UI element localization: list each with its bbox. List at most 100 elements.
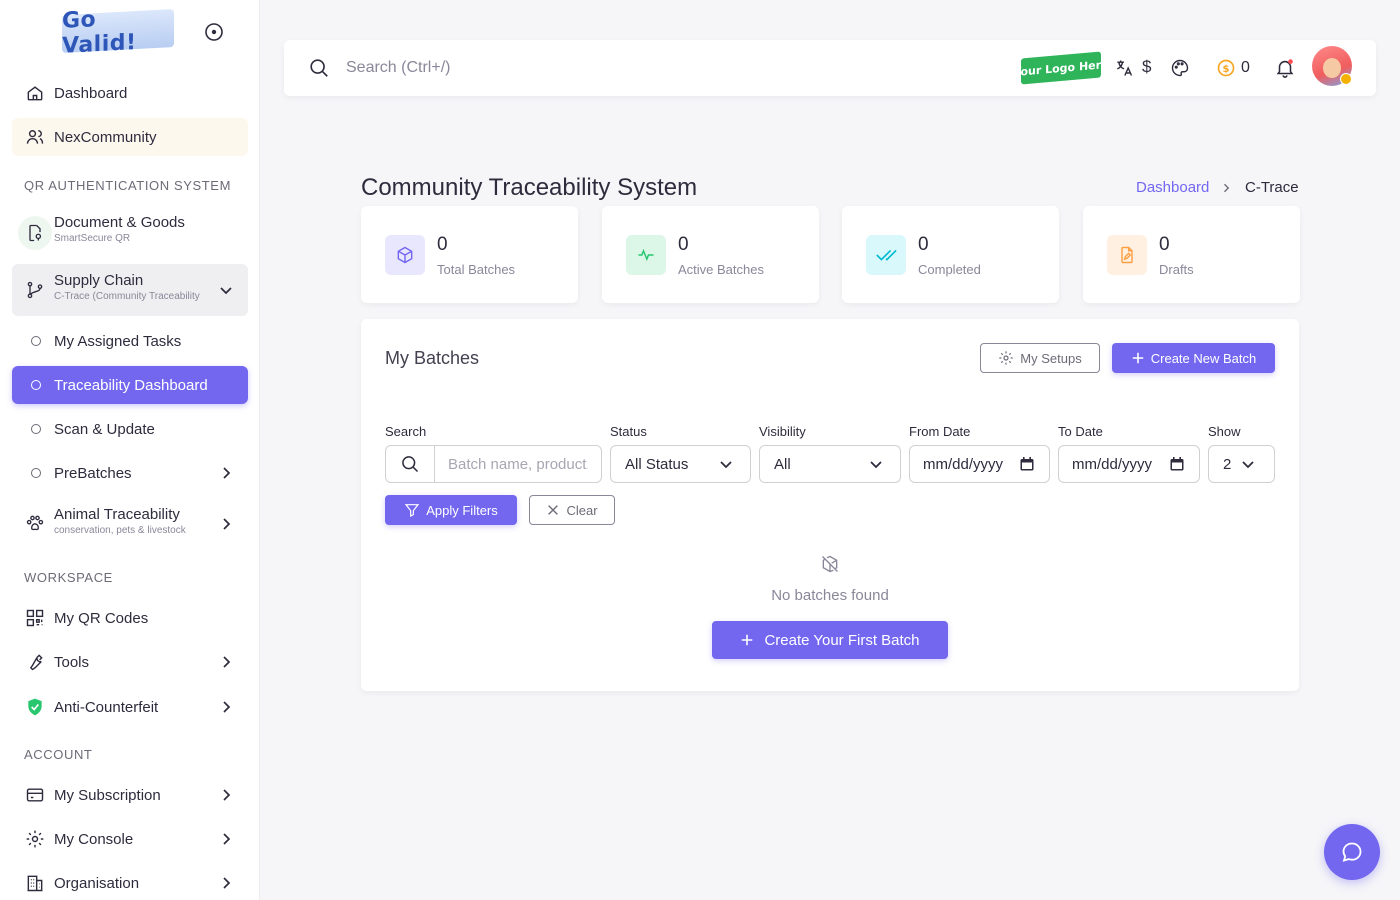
create-first-batch-button[interactable]: Create Your First Batch [712,621,948,659]
from-date-input[interactable]: mm/dd/yyyy [909,445,1050,483]
sidebar-item-label: Tools [54,653,90,671]
clear-filters-button[interactable]: Clear [529,495,615,525]
activity-icon [626,235,666,275]
sidebar-item-label: My Console [54,830,134,848]
currency-switcher[interactable]: $ [1142,57,1151,77]
sidebar-item-tools[interactable]: Tools [12,643,248,681]
sidebar-item-label: Document & Goods [54,214,185,231]
coin-icon[interactable]: $ [1215,57,1237,79]
plus-icon [1132,352,1143,364]
apply-filters-button[interactable]: Apply Filters [385,495,517,525]
show-count-label: Show [1208,424,1241,439]
from-date-value: mm/dd/yyyy [923,455,1004,473]
package-off-icon [820,554,840,574]
calendar-icon[interactable] [1019,456,1035,472]
stat-card-completed: 0 Completed [842,206,1059,303]
stat-label: Active Batches [678,262,764,277]
coin-count: 0 [1241,59,1250,76]
chevron-right-icon [1220,182,1232,194]
palette-icon[interactable] [1169,57,1191,79]
sidebar-item-sublabel: conservation, pets & livestock [54,525,186,536]
credit-card-icon [24,784,46,806]
filter-icon [405,504,420,517]
stat-label: Completed [918,262,981,277]
avatar-status-badge [1340,73,1352,85]
my-setups-button[interactable]: My Setups [980,343,1100,373]
stat-value: 0 [678,234,689,255]
global-search-input[interactable] [346,56,706,80]
to-date-label: To Date [1058,424,1103,439]
stat-label: Total Batches [437,262,516,277]
search-icon[interactable] [308,57,330,79]
chevron-right-icon [218,699,234,715]
bell-icon[interactable] [1274,57,1296,79]
sidebar-item-document-goods[interactable]: Document & Goods SmartSecure QR [12,206,248,258]
sidebar-item-supply-chain[interactable]: Supply Chain C-Trace (Community Traceabi… [12,264,248,316]
chevron-right-icon [218,516,234,532]
chat-bubble-icon [1342,842,1362,862]
batch-search-group [385,445,602,483]
batch-search-input[interactable] [448,454,588,474]
button-label: My Setups [1020,350,1082,366]
sidebar-item-label: My QR Codes [54,609,149,627]
sidebar-item-prebatches[interactable]: PreBatches [12,454,248,492]
sidebar-item-anti-counterfeit[interactable]: Anti-Counterfeit [12,688,248,726]
my-batches-panel: My Batches My Setups Create New Batch Se… [361,319,1299,691]
status-select[interactable]: All Status [610,445,751,483]
breadcrumb-current: C-Trace [1245,179,1299,196]
sidebar-item-animal-traceability[interactable]: Animal Traceability conservation, pets &… [12,498,248,550]
close-icon [548,505,559,515]
stat-value: 0 [1159,234,1170,255]
chat-button[interactable] [1324,824,1380,880]
sidebar-item-my-qr-codes[interactable]: My QR Codes [12,599,248,637]
home-icon [24,82,46,104]
button-label: Create New Batch [1150,350,1257,366]
search-icon [386,446,435,482]
sidebar-item-my-subscription[interactable]: My Subscription [12,776,248,814]
show-count-select[interactable]: 2 [1208,445,1275,483]
calendar-icon[interactable] [1169,456,1185,472]
sidebar-item-label: PreBatches [54,464,132,482]
visibility-select[interactable]: All [759,445,901,483]
your-logo-text: Your Logo Here [1013,57,1109,79]
collapse-sidebar-icon[interactable] [204,22,224,42]
create-new-batch-button[interactable]: Create New Batch [1112,343,1275,373]
stat-card-drafts: 0 Drafts [1083,206,1300,303]
button-label: Create Your First Batch [764,631,920,649]
chevron-right-icon [218,875,234,891]
sidebar-item-traceability-dashboard[interactable]: Traceability Dashboard [12,366,248,404]
sidebar-item-my-console[interactable]: My Console [12,820,248,858]
empty-state-text: No batches found [771,587,889,604]
sidebar-item-label: Animal Traceability [54,506,180,523]
sidebar-item-label: NexCommunity [54,128,157,146]
breadcrumb-dashboard-link[interactable]: Dashboard [1136,179,1209,196]
users-icon [24,126,46,148]
sidebar-item-scan-update[interactable]: Scan & Update [12,410,248,448]
sidebar: Go Valid! Dashboard NexCommunity QR AUTH… [0,0,260,900]
visibility-filter-label: Visibility [759,424,806,439]
translate-icon[interactable] [1113,57,1135,79]
section-title-account: ACCOUNT [24,747,93,762]
bullet-icon [31,336,41,346]
stat-value: 0 [918,234,929,255]
button-label: Clear [566,502,598,518]
sidebar-item-dashboard[interactable]: Dashboard [12,74,248,112]
to-date-value: mm/dd/yyyy [1072,455,1153,473]
sidebar-item-label: Supply Chain [54,272,144,289]
stat-card-active-batches: 0 Active Batches [602,206,819,303]
bullet-icon [31,424,41,434]
bullet-icon [31,468,41,478]
to-date-input[interactable]: mm/dd/yyyy [1058,445,1200,483]
chevron-right-icon [218,654,234,670]
file-edit-icon [1107,235,1147,275]
sidebar-item-organisation[interactable]: Organisation [12,864,248,900]
brand-logo[interactable]: Go Valid! [62,7,174,59]
search-filter-label: Search [385,424,427,439]
sidebar-item-my-assigned-tasks[interactable]: My Assigned Tasks [12,322,248,360]
sidebar-item-nexcommunity[interactable]: NexCommunity [12,118,248,156]
chevron-right-icon [218,787,234,803]
document-lock-icon [18,216,52,250]
stat-label: Drafts [1159,262,1194,277]
sidebar-item-sublabel: SmartSecure QR [54,233,131,244]
brand-text: Go Valid! [62,7,137,59]
